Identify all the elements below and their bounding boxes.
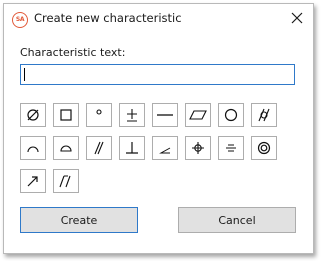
diameter-symbol-button[interactable] (20, 103, 46, 127)
plus-minus-symbol-button[interactable] (119, 103, 145, 127)
profile-of-surface-symbol-button[interactable] (53, 136, 79, 160)
profile-of-surface-icon (60, 145, 72, 152)
circular-runout-icon (27, 176, 38, 187)
profile-of-line-symbol-button[interactable] (20, 136, 46, 160)
characteristic-text-input[interactable] (20, 64, 295, 85)
degree-symbol-button[interactable] (86, 103, 112, 127)
characteristic-text-label: Characteristic text: (20, 46, 126, 59)
perpendicularity-icon (126, 142, 138, 154)
straightness-symbol-button[interactable] (152, 103, 178, 127)
parallelism-symbol-button[interactable] (86, 136, 112, 160)
concentricity-icon (257, 141, 271, 155)
close-icon (291, 12, 303, 24)
perpendicularity-symbol-button[interactable] (119, 136, 145, 160)
create-button[interactable]: Create (20, 207, 138, 233)
total-runout-icon (59, 175, 71, 188)
title-bar: SA Create new characteristic (4, 4, 313, 34)
symmetry-icon (226, 144, 236, 152)
app-logo-icon: SA (12, 12, 28, 28)
cylindricity-symbol-button[interactable] (251, 103, 277, 127)
text-caret (24, 68, 25, 81)
total-runout-symbol-button[interactable] (53, 169, 79, 193)
concentricity-symbol-button[interactable] (251, 136, 277, 160)
circularity-symbol-button[interactable] (218, 103, 244, 127)
symmetry-symbol-button[interactable] (218, 136, 244, 160)
plus-minus-icon (127, 109, 137, 122)
degree-icon (96, 109, 102, 115)
flatness-icon (189, 110, 207, 120)
straightness-icon (157, 114, 173, 116)
dialog-title: Create new characteristic (34, 11, 182, 25)
create-characteristic-dialog: SA Create new characteristic Characteris… (3, 3, 314, 254)
angularity-icon (159, 147, 171, 154)
close-button[interactable] (285, 7, 309, 29)
cancel-button[interactable]: Cancel (178, 207, 296, 233)
position-icon (192, 142, 204, 154)
profile-of-line-icon (27, 146, 39, 153)
position-symbol-button[interactable] (185, 136, 211, 160)
square-symbol-button[interactable] (53, 103, 79, 127)
flatness-symbol-button[interactable] (185, 103, 211, 127)
circularity-icon (224, 108, 238, 122)
parallelism-icon (94, 141, 104, 155)
angularity-symbol-button[interactable] (152, 136, 178, 160)
circular-runout-symbol-button[interactable] (20, 169, 46, 193)
diameter-icon (27, 109, 39, 121)
cylindricity-icon (258, 108, 270, 122)
square-icon (60, 109, 72, 121)
